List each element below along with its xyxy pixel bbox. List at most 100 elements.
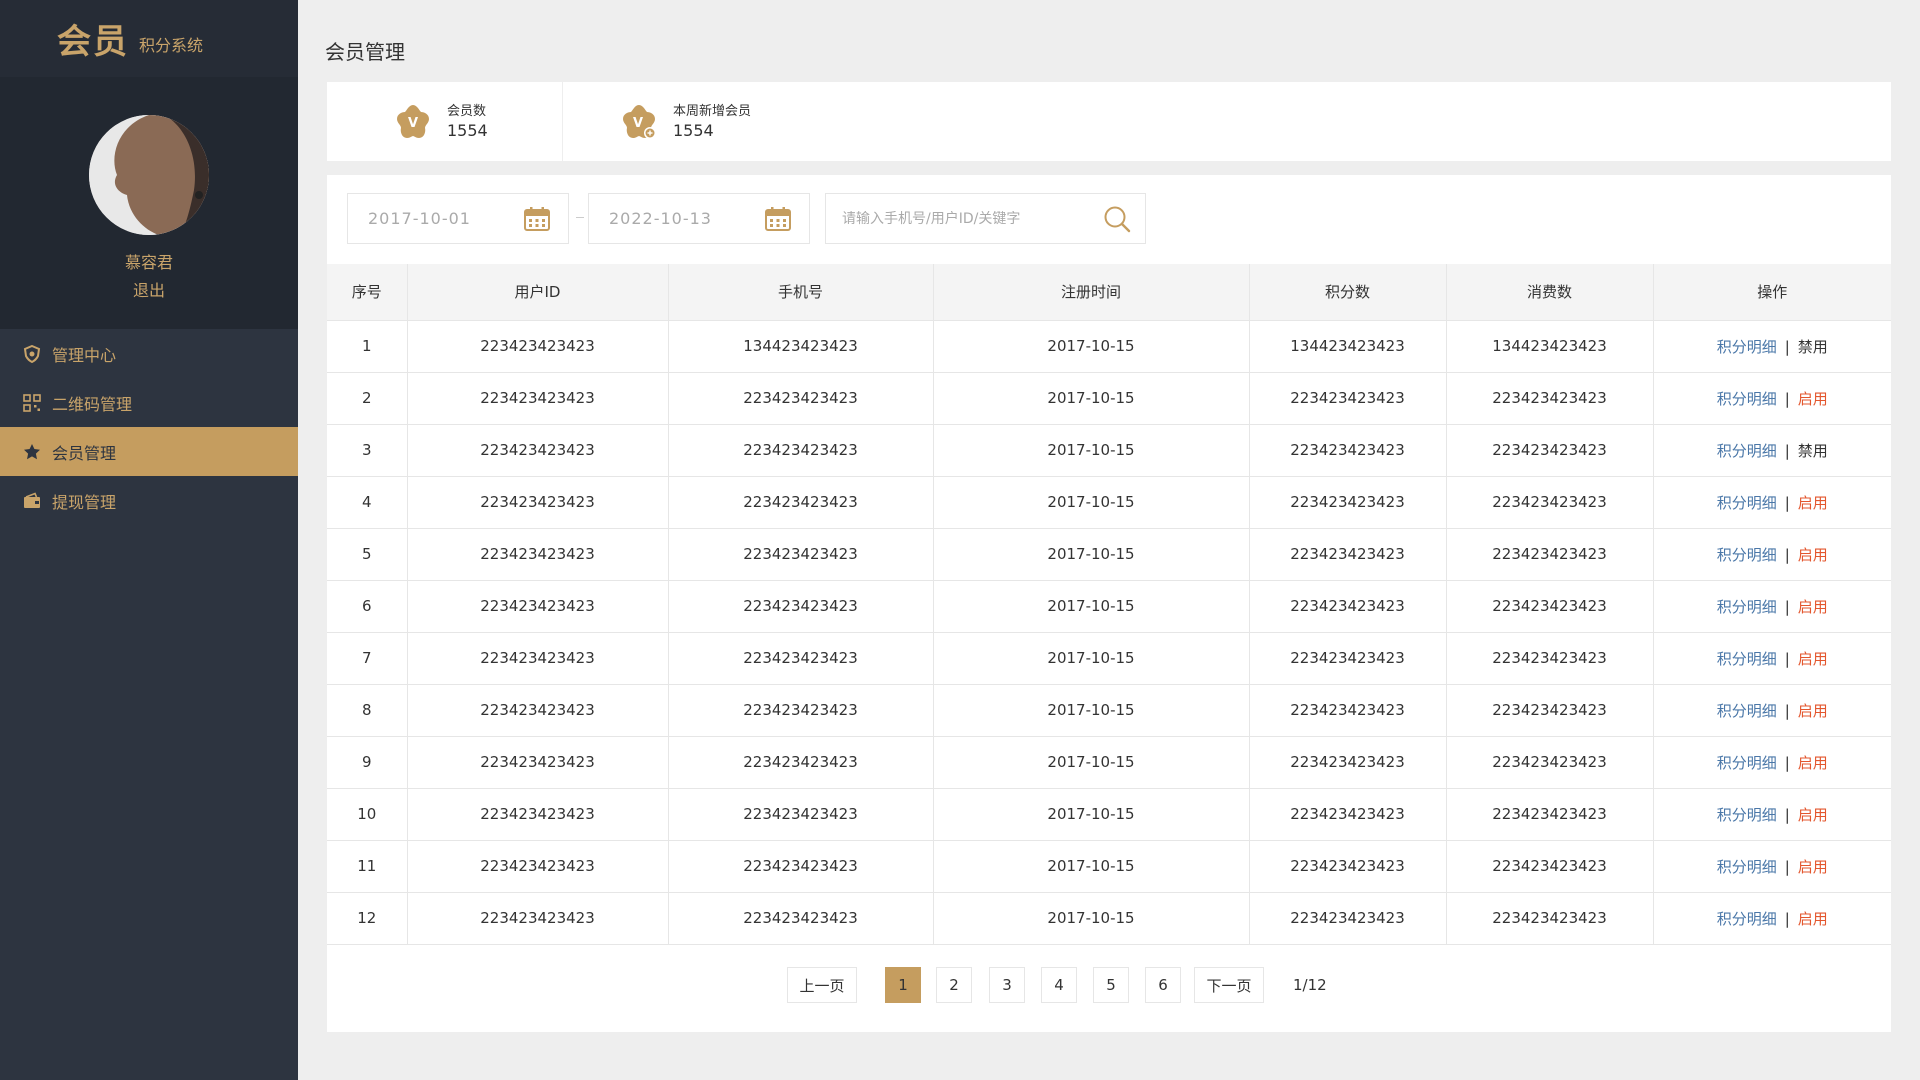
enable-link[interactable]: 启用 bbox=[1798, 598, 1828, 616]
enable-link[interactable]: 启用 bbox=[1798, 806, 1828, 824]
enable-link[interactable]: 启用 bbox=[1798, 390, 1828, 408]
cell-register-date: 2017-10-15 bbox=[933, 528, 1250, 581]
points-detail-link[interactable]: 积分明细 bbox=[1717, 910, 1777, 928]
end-date-value: 2022-10-13 bbox=[609, 209, 712, 228]
cell-actions: 积分明细 | 禁用 bbox=[1653, 424, 1891, 477]
logout-link[interactable]: 退出 bbox=[133, 277, 165, 301]
enable-link[interactable]: 启用 bbox=[1798, 858, 1828, 876]
points-detail-link[interactable]: 积分明细 bbox=[1717, 806, 1777, 824]
points-detail-link[interactable]: 积分明细 bbox=[1717, 390, 1777, 408]
action-separator: | bbox=[1784, 649, 1790, 668]
user-name: 慕容君 bbox=[124, 253, 173, 272]
sidebar-item-label: 二维码管理 bbox=[52, 394, 133, 414]
prev-page-button[interactable]: 上一页 bbox=[787, 967, 857, 1003]
page-total: 1/12 bbox=[1293, 976, 1327, 994]
search-input[interactable] bbox=[842, 210, 1082, 227]
cell-spent: 223423423423 bbox=[1446, 528, 1654, 581]
points-detail-link[interactable]: 积分明细 bbox=[1717, 754, 1777, 772]
page-button-5[interactable]: 5 bbox=[1093, 967, 1129, 1003]
search-icon[interactable] bbox=[1103, 205, 1131, 237]
points-detail-link[interactable]: 积分明细 bbox=[1717, 338, 1777, 356]
points-detail-link[interactable]: 积分明细 bbox=[1717, 546, 1777, 564]
page-button-4[interactable]: 4 bbox=[1041, 967, 1077, 1003]
cell-actions: 积分明细 | 启用 bbox=[1653, 736, 1891, 789]
enable-link[interactable]: 启用 bbox=[1798, 910, 1828, 928]
sidebar-item-members[interactable]: 会员管理 bbox=[0, 427, 298, 476]
table-row: 2 223423423423 223423423423 2017-10-15 22342… bbox=[327, 372, 1891, 425]
cell-register-date: 2017-10-15 bbox=[933, 580, 1250, 633]
stat-label: 本周新增会员 bbox=[673, 103, 752, 119]
table-row: 10 223423423423 223423423423 2017-10-15 2234… bbox=[327, 788, 1891, 841]
cell-phone: 223423423423 bbox=[668, 736, 934, 789]
cell-user-id: 223423423423 bbox=[407, 632, 669, 685]
page-button-6[interactable]: 6 bbox=[1145, 967, 1181, 1003]
cell-user-id: 223423423423 bbox=[407, 736, 669, 789]
page-button-3[interactable]: 3 bbox=[989, 967, 1025, 1003]
page-button-1[interactable]: 1 bbox=[885, 967, 921, 1003]
avatar[interactable] bbox=[89, 115, 209, 235]
points-detail-link[interactable]: 积分明细 bbox=[1717, 858, 1777, 876]
page-button-2[interactable]: 2 bbox=[936, 967, 972, 1003]
cell-spent: 223423423423 bbox=[1446, 476, 1654, 529]
enable-link[interactable]: 启用 bbox=[1798, 546, 1828, 564]
brand-logo-text: 会员 bbox=[57, 22, 129, 62]
cell-no: 3 bbox=[327, 424, 408, 477]
action-separator: | bbox=[1784, 857, 1790, 876]
cell-spent: 223423423423 bbox=[1446, 892, 1654, 945]
table-row: 5 223423423423 223423423423 2017-10-15 22342… bbox=[327, 528, 1891, 581]
cell-register-date: 2017-10-15 bbox=[933, 736, 1250, 789]
cell-points: 223423423423 bbox=[1249, 684, 1447, 737]
end-date-picker[interactable]: 2022-10-13 bbox=[588, 193, 810, 244]
cell-no: 8 bbox=[327, 684, 408, 737]
sidebar-item-dashboard[interactable]: 管理中心 bbox=[0, 329, 298, 378]
cell-user-id: 223423423423 bbox=[407, 372, 669, 425]
table-row: 6 223423423423 223423423423 2017-10-15 22342… bbox=[327, 580, 1891, 633]
action-separator: | bbox=[1784, 337, 1790, 356]
points-detail-link[interactable]: 积分明细 bbox=[1717, 702, 1777, 720]
cell-user-id: 223423423423 bbox=[407, 580, 669, 633]
cell-points: 134423423423 bbox=[1249, 320, 1447, 373]
cell-points: 223423423423 bbox=[1249, 632, 1447, 685]
page-title: 会员管理 bbox=[325, 40, 405, 64]
table-row: 1 223423423423 134423423423 2017-10-15 13442… bbox=[327, 320, 1891, 373]
cell-user-id: 223423423423 bbox=[407, 840, 669, 893]
points-detail-link[interactable]: 积分明细 bbox=[1717, 494, 1777, 512]
enable-link[interactable]: 启用 bbox=[1798, 702, 1828, 720]
points-detail-link[interactable]: 积分明细 bbox=[1717, 598, 1777, 616]
member-panel: 2017-10-01 2022-10-13 序号 用户ID 手机号 注册时间 积… bbox=[327, 175, 1891, 1032]
calendar-icon[interactable] bbox=[765, 207, 791, 235]
cell-actions: 积分明细 | 启用 bbox=[1653, 580, 1891, 633]
cell-actions: 积分明细 | 启用 bbox=[1653, 892, 1891, 945]
table-header-row: 序号 用户ID 手机号 注册时间 积分数 消费数 操作 bbox=[327, 264, 1891, 321]
start-date-picker[interactable]: 2017-10-01 bbox=[347, 193, 569, 244]
sidebar-item-label: 会员管理 bbox=[52, 443, 117, 463]
enable-link[interactable]: 启用 bbox=[1798, 494, 1828, 512]
calendar-icon[interactable] bbox=[524, 207, 550, 235]
column-header-phone: 手机号 bbox=[668, 264, 934, 321]
svg-text:V: V bbox=[633, 116, 643, 131]
cell-register-date: 2017-10-15 bbox=[933, 372, 1250, 425]
sidebar-item-qrcode[interactable]: 二维码管理 bbox=[0, 378, 298, 427]
disable-link[interactable]: 禁用 bbox=[1798, 338, 1828, 356]
cell-register-date: 2017-10-15 bbox=[933, 684, 1250, 737]
cell-phone: 223423423423 bbox=[668, 788, 934, 841]
cell-points: 223423423423 bbox=[1249, 580, 1447, 633]
sidebar-item-withdraw[interactable]: 提现管理 bbox=[0, 476, 298, 525]
column-header-user-id: 用户ID bbox=[407, 264, 669, 321]
cell-phone: 223423423423 bbox=[668, 892, 934, 945]
enable-link[interactable]: 启用 bbox=[1798, 650, 1828, 668]
table-row: 11 223423423423 223423423423 2017-10-15 2234… bbox=[327, 840, 1891, 893]
member-table: 序号 用户ID 手机号 注册时间 积分数 消费数 操作 1 22342342342… bbox=[327, 264, 1891, 945]
cell-points: 223423423423 bbox=[1249, 372, 1447, 425]
cell-points: 223423423423 bbox=[1249, 788, 1447, 841]
cell-user-id: 223423423423 bbox=[407, 528, 669, 581]
points-detail-link[interactable]: 积分明细 bbox=[1717, 442, 1777, 460]
points-detail-link[interactable]: 积分明细 bbox=[1717, 650, 1777, 668]
cell-points: 223423423423 bbox=[1249, 476, 1447, 529]
enable-link[interactable]: 启用 bbox=[1798, 754, 1828, 772]
next-page-button[interactable]: 下一页 bbox=[1194, 967, 1264, 1003]
disable-link[interactable]: 禁用 bbox=[1798, 442, 1828, 460]
cell-spent: 223423423423 bbox=[1446, 372, 1654, 425]
stat-value: 1554 bbox=[673, 120, 714, 140]
action-separator: | bbox=[1784, 545, 1790, 564]
